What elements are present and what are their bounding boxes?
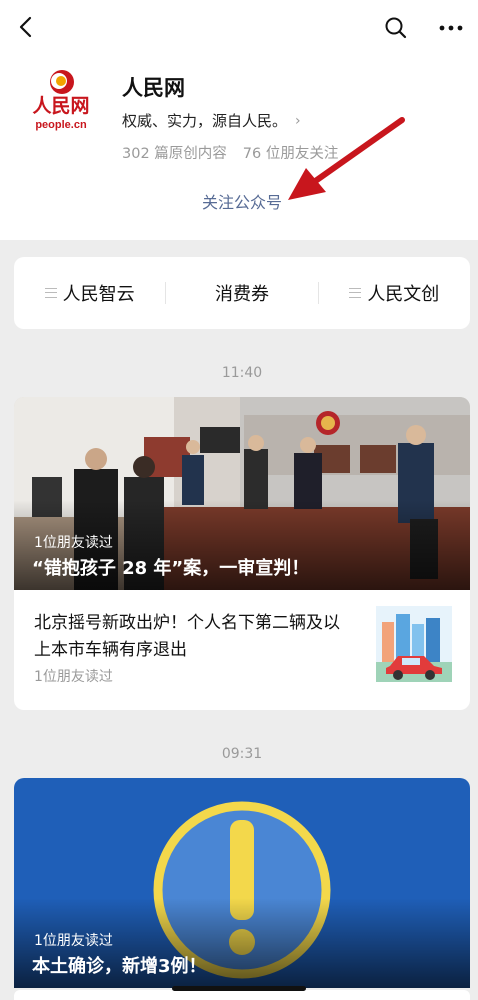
account-name: 人民网 (122, 76, 185, 100)
menu-item-label: 人民智云 (62, 284, 135, 305)
menu-list-icon (44, 288, 57, 298)
friends-read-label: 1位朋友读过 (34, 535, 113, 551)
red-arrow-annotation (288, 117, 405, 200)
article-card: 1位朋友读过 本土确诊，新增3例！ (14, 778, 470, 988)
home-indicator (172, 986, 306, 991)
article-title-main: “错抱孩子 28 年”案，一审宣判！ (32, 558, 310, 579)
article-thumbnail (376, 606, 452, 682)
people-logo-icon: 人民网 people.cn (32, 70, 90, 131)
next-article-peek (14, 990, 470, 1000)
menu-item-coupons[interactable]: 消费券 (166, 257, 317, 329)
friends-read-label: 1位朋友读过 (34, 669, 113, 685)
article-list-item[interactable]: 北京摇号新政出炉！个人名下第二辆及以上本市车辆有序退出 1位朋友读过 (14, 590, 470, 710)
account-menu: 人民智云 消费券 人民文创 (14, 257, 470, 329)
menu-item-label: 人民文创 (367, 284, 440, 305)
article-card: 1位朋友读过 “错抱孩子 28 年”案，一审宣判！ 北京摇号新政出炉！个人名下第… (14, 397, 470, 710)
more-dots-icon[interactable] (436, 15, 466, 41)
search-icon[interactable] (383, 15, 409, 41)
article-title: 北京摇号新政出炉！个人名下第二辆及以上本市车辆有序退出 (34, 613, 340, 660)
menu-item-renmin-zhiyun[interactable]: 人民智云 (14, 257, 165, 329)
message-timestamp: 11:40 (221, 365, 263, 381)
account-logo[interactable]: 人民网 people.cn (26, 66, 96, 136)
original-count: 302 篇原创内容 (122, 146, 227, 162)
article-cover-main[interactable]: 1位朋友读过 本土确诊，新增3例！ (14, 778, 470, 988)
menu-item-label: 消费券 (214, 284, 269, 305)
logo-domain: people.cn (35, 119, 87, 131)
menu-list-icon (349, 288, 362, 298)
logo-name: 人民网 (32, 95, 89, 117)
account-description: 权威、实力，源自人民。 (122, 112, 288, 130)
chevron-left-icon[interactable] (14, 14, 40, 40)
account-header: 人民网 people.cn 人民网 权威、实力，源自人民。 › 302 篇原创内… (0, 0, 478, 240)
menu-item-renmin-wenchuang[interactable]: 人民文创 (319, 257, 470, 329)
message-timestamp: 09:31 (221, 746, 263, 762)
car-city-illustration (376, 606, 452, 682)
friends-read-label: 1位朋友读过 (34, 933, 113, 949)
article-cover-main[interactable]: 1位朋友读过 “错抱孩子 28 年”案，一审宣判！ (14, 397, 470, 590)
article-title-main: 本土确诊，新增3例！ (32, 956, 207, 977)
